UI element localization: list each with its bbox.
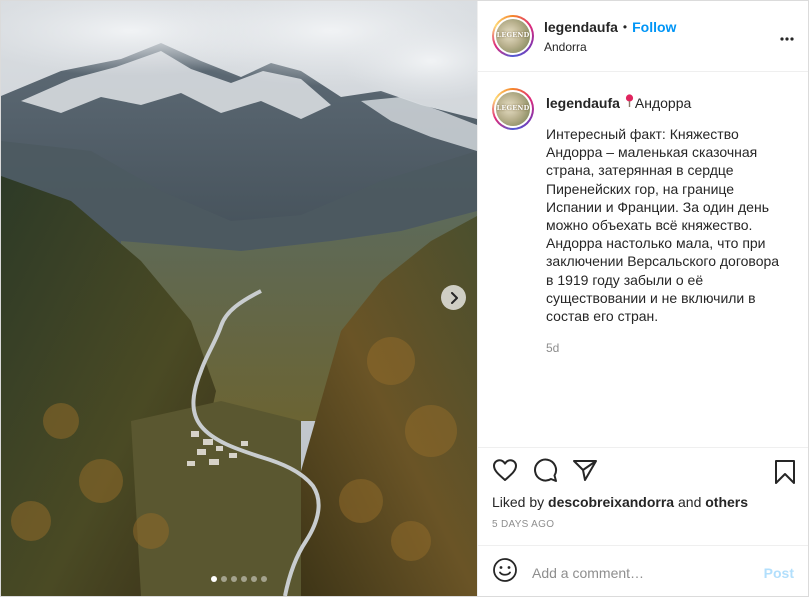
location-pin-icon bbox=[625, 94, 634, 111]
caption-text: Интересный факт: Княжество Андорра – мал… bbox=[546, 126, 780, 325]
carousel-dot bbox=[211, 576, 217, 582]
emoji-smile-icon bbox=[493, 558, 517, 582]
caption-timestamp[interactable]: 5d bbox=[546, 341, 786, 355]
likes-summary: Liked by descobreixandorra and others bbox=[492, 494, 749, 510]
avatar-logo-text: LEGEND bbox=[496, 104, 530, 112]
location-link[interactable]: Andorra bbox=[544, 40, 676, 54]
comment-box: Post bbox=[478, 545, 808, 597]
post-comment-button[interactable]: Post bbox=[764, 565, 794, 581]
mountain-valley-photo bbox=[1, 1, 477, 596]
carousel-indicator bbox=[1, 576, 477, 582]
post-card: LEGEND legendaufa • Follow Andorra LEGEN… bbox=[0, 0, 809, 597]
avatar[interactable]: LEGEND bbox=[492, 15, 534, 57]
post-photo[interactable] bbox=[1, 1, 477, 596]
chevron-right-icon bbox=[450, 291, 458, 304]
carousel-dot bbox=[251, 576, 257, 582]
comment-button[interactable] bbox=[532, 457, 558, 488]
separator-dot: • bbox=[622, 19, 628, 34]
caption-section: LEGEND legendaufa Андорра Интересный фак… bbox=[478, 72, 808, 447]
comment-bubble-icon bbox=[534, 458, 558, 482]
like-button[interactable] bbox=[492, 458, 518, 487]
username-link[interactable]: legendaufa bbox=[544, 19, 618, 35]
avatar-logo-text: LEGEND bbox=[496, 31, 530, 39]
more-options-button[interactable] bbox=[780, 28, 794, 46]
heart-icon bbox=[493, 458, 517, 481]
comment-input[interactable] bbox=[532, 564, 764, 581]
bookmark-icon bbox=[775, 460, 795, 484]
liked-others-link[interactable]: others bbox=[705, 494, 748, 510]
post-sidebar: LEGEND legendaufa • Follow Andorra LEGEN… bbox=[477, 1, 808, 596]
carousel-dot bbox=[221, 576, 227, 582]
emoji-button[interactable] bbox=[492, 557, 518, 588]
post-header: LEGEND legendaufa • Follow Andorra bbox=[478, 1, 808, 72]
caption-username-link[interactable]: legendaufa bbox=[546, 95, 620, 111]
liked-by-user-link[interactable]: descobreixandorra bbox=[548, 494, 674, 510]
carousel-dot bbox=[241, 576, 247, 582]
caption-avatar[interactable]: LEGEND bbox=[492, 88, 534, 130]
share-button[interactable] bbox=[572, 458, 598, 487]
caption-location-tag: Андорра bbox=[634, 94, 692, 111]
follow-button[interactable]: Follow bbox=[632, 19, 676, 35]
action-bar: Liked by descobreixandorra and others 5 … bbox=[478, 447, 808, 545]
carousel-dot bbox=[231, 576, 237, 582]
carousel-dot bbox=[261, 576, 267, 582]
more-options-icon bbox=[780, 37, 794, 41]
paper-plane-icon bbox=[573, 459, 597, 481]
post-date[interactable]: 5 DAYS AGO bbox=[492, 519, 794, 530]
save-button[interactable] bbox=[774, 459, 796, 490]
next-slide-button[interactable] bbox=[441, 285, 466, 310]
